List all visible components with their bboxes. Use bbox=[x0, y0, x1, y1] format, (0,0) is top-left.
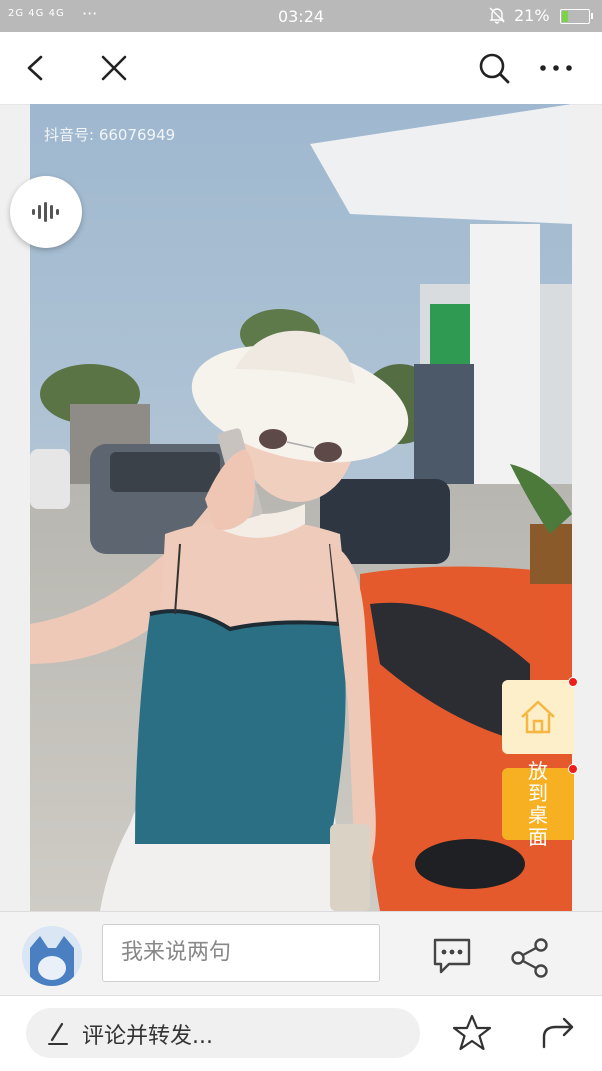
mute-bell-icon bbox=[488, 6, 506, 28]
comment-icon[interactable] bbox=[430, 934, 474, 978]
add-to-desktop-button[interactable]: 放到桌面 bbox=[502, 760, 574, 848]
status-time: 03:24 bbox=[277, 7, 325, 26]
avatar-icon bbox=[22, 926, 82, 986]
audio-wave-icon bbox=[32, 202, 59, 222]
status-bar: 2G 4G 4G ··· 03:24 21% bbox=[0, 0, 602, 32]
video-player[interactable]: 抖音号: 66076949 bbox=[30, 104, 572, 911]
share-icon[interactable] bbox=[508, 936, 552, 980]
bottom-action-bar: 评论并转发... bbox=[0, 995, 602, 1071]
search-icon[interactable] bbox=[474, 48, 514, 88]
comment-forward-button[interactable]: 评论并转发... bbox=[26, 1008, 420, 1058]
comment-input[interactable]: 我来说两句 bbox=[102, 924, 380, 982]
top-nav-bar bbox=[0, 32, 602, 105]
favorite-star-icon[interactable] bbox=[450, 1011, 494, 1055]
close-icon[interactable] bbox=[94, 48, 134, 88]
home-badge bbox=[568, 677, 578, 687]
home-floating-button[interactable] bbox=[502, 680, 574, 754]
battery-percent: 21% bbox=[514, 6, 550, 25]
back-icon[interactable] bbox=[16, 48, 56, 88]
avatar[interactable] bbox=[22, 926, 82, 986]
video-watermark: 抖音号: 66076949 bbox=[44, 126, 176, 144]
comment-forward-label: 评论并转发... bbox=[82, 1024, 213, 1049]
home-icon bbox=[521, 700, 555, 734]
add-to-desktop-label: 放到桌面 bbox=[528, 759, 548, 849]
desktop-badge bbox=[568, 764, 578, 774]
pen-icon bbox=[48, 1022, 68, 1045]
forward-arrow-icon[interactable] bbox=[536, 1011, 580, 1055]
more-icon[interactable] bbox=[536, 48, 576, 88]
battery-icon bbox=[560, 9, 593, 24]
comment-bar: 我来说两句 bbox=[0, 911, 602, 996]
voice-read-button[interactable] bbox=[10, 176, 82, 248]
video-frame bbox=[30, 104, 572, 911]
